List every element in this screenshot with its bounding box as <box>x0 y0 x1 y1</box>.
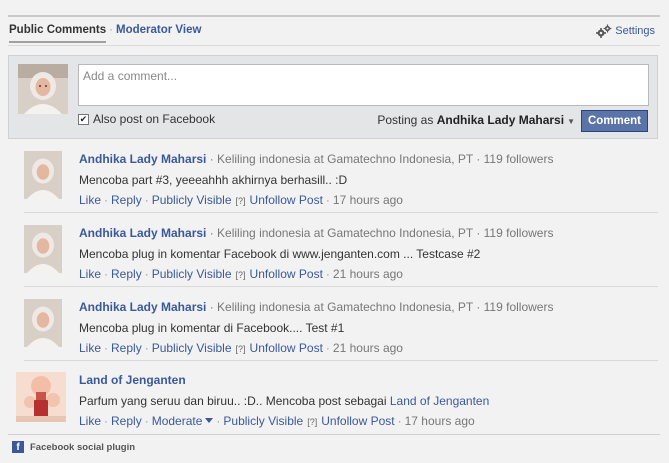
tab-moderator-view[interactable]: Moderator View <box>116 24 201 36</box>
reply-link[interactable]: Reply <box>111 267 142 281</box>
like-link[interactable]: Like <box>79 414 101 428</box>
comment-author-meta: · Keliling indonesia at Gamatechno Indon… <box>206 152 554 166</box>
avatar <box>18 64 68 114</box>
visibility-link[interactable]: Publicly Visible <box>223 414 303 428</box>
unfollow-link[interactable]: Unfollow Post <box>250 341 323 355</box>
comment-text: Mencoba plug in komentar di Facebook....… <box>79 321 345 335</box>
also-post-option[interactable]: ✔ Also post on Facebook <box>78 112 215 126</box>
comment-author-meta: · Keliling indonesia at Gamatechno Indon… <box>206 226 554 240</box>
tab-separator: · <box>109 24 113 36</box>
avatar <box>24 151 62 199</box>
moderate-dropdown[interactable]: Moderate <box>152 414 214 428</box>
page-link[interactable]: Land of Jenganten <box>390 394 489 408</box>
comments-plugin: Public Comments · Moderator View Settings <box>0 0 669 463</box>
avatar <box>24 225 62 273</box>
comment-timestamp[interactable]: 21 hours ago <box>333 267 403 281</box>
comment-timestamp[interactable]: 17 hours ago <box>405 414 475 428</box>
reply-link[interactable]: Reply <box>111 193 142 207</box>
like-link[interactable]: Like <box>79 267 101 281</box>
unfollow-link[interactable]: Unfollow Post <box>250 267 323 281</box>
tab-public-comments[interactable]: Public Comments <box>9 24 107 43</box>
visibility-help[interactable]: [?] <box>236 196 246 206</box>
comment-text: Parfum yang seruu dan biruu.. :D.. Menco… <box>79 393 658 409</box>
visibility-help[interactable]: [?] <box>236 270 246 280</box>
comment-actions: Like · Reply · Publicly Visible [?] Unfollow P… <box>79 193 403 207</box>
comment-divider <box>24 286 658 287</box>
comment-actions: Like · Reply · Publicly Visible [?] Unfollow P… <box>79 341 403 355</box>
visibility-link[interactable]: Publicly Visible <box>152 267 232 281</box>
comment-author[interactable]: Andhika Lady Maharsi <box>79 300 206 314</box>
chevron-down-icon <box>205 418 214 423</box>
comment-text-body: Parfum yang seruu dan biruu.. :D.. Menco… <box>79 394 390 408</box>
visibility-link[interactable]: Publicly Visible <box>152 193 232 207</box>
page-avatar <box>16 372 66 422</box>
reply-link[interactable]: Reply <box>111 414 142 428</box>
comment-author[interactable]: Andhika Lady Maharsi <box>79 152 206 166</box>
visibility-help[interactable]: [?] <box>236 344 246 354</box>
comment-text: Mencoba part #3, yeeeahhh akhirnya berha… <box>79 173 348 187</box>
comment-timestamp[interactable]: 17 hours ago <box>333 193 403 207</box>
unfollow-link[interactable]: Unfollow Post <box>321 414 394 428</box>
also-post-label: Also post on Facebook <box>93 112 216 126</box>
comment-button[interactable]: Comment <box>581 110 648 132</box>
facebook-icon: f <box>12 441 24 453</box>
posting-as-prefix: Posting as <box>377 113 434 127</box>
comment-author-meta: · Keliling indonesia at Gamatechno Indon… <box>206 300 554 314</box>
gears-icon <box>596 24 612 38</box>
comment-author[interactable]: Land of Jenganten <box>79 373 186 387</box>
comment-text: Mencoba plug in komentar Facebook di www… <box>79 247 481 261</box>
avatar <box>24 299 62 347</box>
comment-divider <box>24 212 658 213</box>
comment-composer: Add a comment... ✔ Also post on Facebook… <box>8 55 658 139</box>
visibility-help[interactable]: [?] <box>307 417 317 427</box>
comment-actions: Like · Reply · Publicly Visible [?] Unfollow P… <box>79 267 403 281</box>
like-link[interactable]: Like <box>79 193 101 207</box>
chevron-down-icon: ▼ <box>567 117 575 126</box>
posting-as[interactable]: Posting as Andhika Lady Maharsi ▼ <box>377 113 575 127</box>
top-border <box>8 15 660 17</box>
visibility-link[interactable]: Publicly Visible <box>152 341 232 355</box>
tab-bar: Public Comments · Moderator View <box>9 24 201 43</box>
social-plugin-label: Facebook social plugin <box>30 441 136 453</box>
reply-link[interactable]: Reply <box>111 341 142 355</box>
unfollow-link[interactable]: Unfollow Post <box>250 193 323 207</box>
also-post-checkbox[interactable]: ✔ <box>78 113 89 125</box>
comment-divider <box>24 360 658 361</box>
like-link[interactable]: Like <box>79 341 101 355</box>
settings-link[interactable]: Settings <box>596 24 655 38</box>
comment-input[interactable]: Add a comment... <box>78 64 649 106</box>
social-plugin-credit[interactable]: f Facebook social plugin <box>12 441 135 453</box>
tab-divider <box>8 45 660 46</box>
moderate-label: Moderate <box>151 414 203 428</box>
comment-timestamp[interactable]: 21 hours ago <box>333 341 403 355</box>
footer: f Facebook social plugin <box>8 434 660 453</box>
settings-label: Settings <box>615 25 655 37</box>
posting-as-name: Andhika Lady Maharsi <box>436 113 565 127</box>
comment-author[interactable]: Andhika Lady Maharsi <box>79 226 206 240</box>
comment-actions: Like · Reply · Moderate · Publicly Visible [?] U… <box>79 414 475 428</box>
